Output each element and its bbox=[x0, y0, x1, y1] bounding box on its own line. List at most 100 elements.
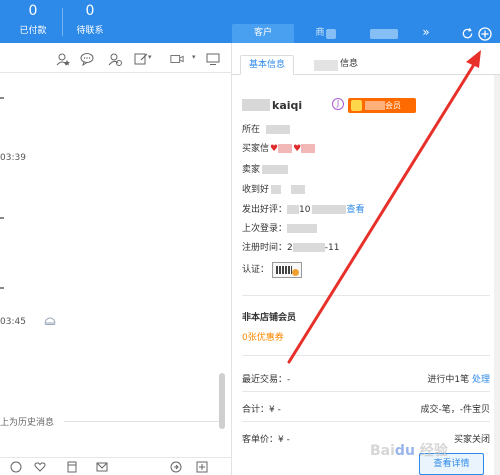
blur bbox=[287, 205, 300, 214]
field-last-login: 上次登录： bbox=[242, 223, 318, 235]
video-icon[interactable] bbox=[170, 52, 184, 66]
paid-count: 0 bbox=[28, 3, 38, 19]
nickname-blur bbox=[242, 99, 270, 111]
tab-blur bbox=[314, 60, 338, 71]
blur bbox=[287, 224, 318, 233]
input-toolbar bbox=[0, 457, 232, 475]
contact-label: 待联系 bbox=[76, 26, 104, 36]
calculator-icon[interactable] bbox=[66, 461, 78, 473]
monitor-icon[interactable] bbox=[206, 52, 220, 66]
field-location-blur bbox=[266, 125, 291, 134]
chat-scrollbar[interactable] bbox=[219, 373, 225, 429]
watermark-logo: Baidu 经验 bbox=[370, 443, 448, 459]
message-marker bbox=[0, 97, 4, 99]
tab-blur bbox=[326, 29, 336, 39]
view-positive-link[interactable]: 查看 bbox=[346, 205, 364, 215]
heart-icon[interactable] bbox=[34, 461, 46, 473]
message-timestamp: 03:45 bbox=[0, 317, 26, 327]
tab-basic-info[interactable]: 基本信息 bbox=[240, 55, 295, 75]
recent-trade-row: 最近交易：- 进行中1笔 处理 bbox=[242, 372, 490, 385]
field-buyer-credit-label: 买家信 bbox=[242, 144, 270, 154]
video-dropdown-icon[interactable]: ▾ bbox=[192, 53, 196, 61]
field-sent-positive-label: 发出好评： bbox=[242, 205, 288, 215]
field-buyer-credit: 买家信♥ ♥ bbox=[242, 143, 316, 155]
chat-pane: ▾ ▾ 03:39 03:45 上为历史消息 bbox=[0, 43, 232, 475]
total-row: 合计：¥ - 成交-笔，-件宝贝 bbox=[242, 402, 490, 415]
handle-link[interactable]: 处理 bbox=[472, 375, 490, 385]
member-badge: 会员 bbox=[348, 98, 416, 113]
contact-count: 0 bbox=[85, 3, 95, 19]
field-register-time-end: -11 bbox=[324, 243, 340, 253]
avg-price-value: ¥ - bbox=[278, 435, 290, 445]
contact-stat[interactable]: 0 待联系 bbox=[60, 2, 120, 38]
coupon-count[interactable]: 0张优惠券 bbox=[242, 330, 284, 343]
credit-blur bbox=[301, 144, 316, 153]
field-sent-positive: 发出好评： 10 查看 bbox=[242, 204, 364, 216]
add-circle-icon[interactable] bbox=[478, 27, 492, 41]
info-tabs: 基本信息 信息 bbox=[232, 55, 500, 75]
vip-circle-badge: J bbox=[332, 98, 344, 110]
credit-heart-icon: ♥ bbox=[270, 144, 279, 154]
credit-heart-icon: ♥ bbox=[293, 144, 302, 154]
row-divider bbox=[242, 421, 490, 422]
field-seller-credit: 卖家 bbox=[242, 164, 289, 176]
blur bbox=[312, 205, 347, 214]
edit-icon[interactable] bbox=[134, 52, 148, 66]
field-seller-credit-label: 卖家 bbox=[242, 165, 261, 175]
paid-label: 已付款 bbox=[19, 26, 47, 36]
field-register-time-label: 注册时间： bbox=[242, 243, 288, 253]
message-marker bbox=[0, 217, 4, 219]
info-scrollbar[interactable] bbox=[494, 75, 500, 475]
row-divider bbox=[242, 391, 490, 392]
history-divider-line bbox=[64, 421, 224, 422]
tab-customer[interactable]: 客户 bbox=[232, 24, 294, 43]
blur bbox=[271, 185, 282, 194]
message-timestamp: 03:39 bbox=[0, 153, 26, 163]
field-seller-credit-blur bbox=[262, 165, 289, 174]
tab-blur-third[interactable] bbox=[370, 29, 398, 39]
member-blur bbox=[365, 101, 385, 110]
section-divider bbox=[242, 355, 490, 356]
more-tabs-button[interactable]: » bbox=[418, 25, 434, 39]
blur bbox=[292, 243, 325, 252]
add-contact-icon[interactable] bbox=[108, 52, 122, 66]
field-register-time: 注册时间：2 -11 bbox=[242, 242, 339, 254]
credit-blur bbox=[278, 144, 293, 153]
total-value: ¥ - bbox=[269, 405, 281, 415]
forward-icon[interactable] bbox=[170, 461, 182, 473]
customer-info-pane: 基本信息 信息 kaiqi J 会员 所在 买家信♥ ♥ 卖家 收到好 发出好评：… bbox=[232, 43, 500, 475]
field-verified-label: 认证： bbox=[242, 265, 270, 275]
top-bar: 0 已付款 0 待联系 客户 商 » bbox=[0, 0, 500, 43]
field-verified: 认证： bbox=[242, 261, 302, 279]
member-label: 会员 bbox=[385, 101, 401, 110]
buyer-closed-count: 买家关闭 bbox=[453, 435, 490, 445]
refresh-icon[interactable] bbox=[461, 27, 474, 40]
chat-bubble-icon[interactable] bbox=[80, 52, 94, 66]
total-label: 合计： bbox=[242, 405, 270, 415]
star-person-icon[interactable] bbox=[56, 52, 70, 66]
field-location-label: 所在 bbox=[242, 125, 261, 135]
message-marker bbox=[0, 287, 4, 289]
avg-price-label: 客单价： bbox=[242, 435, 279, 445]
emoji-icon[interactable] bbox=[10, 461, 22, 473]
section-divider bbox=[242, 295, 490, 296]
history-divider-label: 上为历史消息 bbox=[0, 418, 55, 428]
paid-stat[interactable]: 0 已付款 bbox=[3, 2, 63, 38]
field-last-login-label: 上次登录： bbox=[242, 224, 288, 234]
recent-trade-label: 最近交易： bbox=[242, 375, 288, 385]
add-media-icon[interactable] bbox=[196, 461, 208, 473]
field-sent-positive-value: 10 bbox=[299, 205, 311, 215]
id-card-icon[interactable] bbox=[271, 261, 302, 278]
customer-nickname: kaiqi bbox=[272, 99, 303, 112]
field-location: 所在 bbox=[242, 124, 291, 136]
avg-price-row: 客单价：¥ - 买家关闭 bbox=[242, 432, 490, 445]
edit-dropdown-icon[interactable]: ▾ bbox=[148, 53, 152, 61]
in-progress-count: 进行中1笔 bbox=[427, 375, 470, 385]
deal-count: 成交-笔，-件宝贝 bbox=[420, 405, 491, 415]
store-member-title: 非本店铺会员 bbox=[242, 313, 297, 323]
field-received-positive: 收到好 bbox=[242, 184, 306, 196]
mail-icon[interactable] bbox=[96, 461, 108, 473]
blur bbox=[291, 185, 306, 194]
recent-trade-value: - bbox=[287, 375, 291, 385]
field-received-positive-label: 收到好 bbox=[242, 185, 270, 195]
